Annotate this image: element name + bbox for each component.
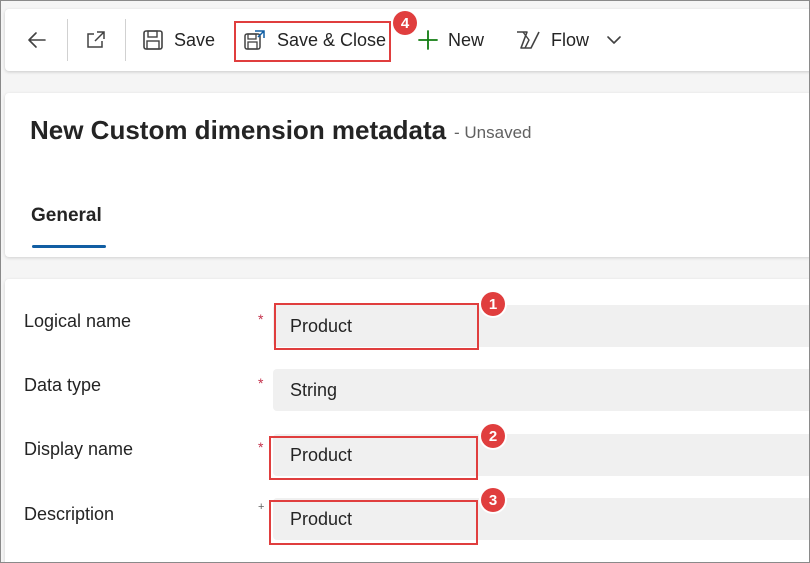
chevron-down-icon — [605, 31, 623, 49]
form-header: New Custom dimension metadata - Unsaved … — [5, 93, 809, 257]
description-label: Description — [24, 504, 115, 524]
required-indicator: * — [258, 439, 264, 455]
page-title: New Custom dimension metadata — [30, 115, 447, 145]
save-icon — [142, 29, 164, 51]
recommended-indicator: + — [258, 501, 265, 513]
save-label: Save — [174, 29, 216, 50]
flow-button[interactable]: Flow — [515, 9, 589, 71]
save-button[interactable]: Save — [142, 9, 215, 71]
toolbar-divider — [125, 19, 126, 61]
display-name-label: Display name — [24, 439, 134, 459]
new-button[interactable]: New — [416, 9, 484, 71]
back-button[interactable] — [25, 9, 49, 71]
display-name-highlight — [269, 436, 478, 480]
required-indicator: * — [258, 311, 264, 327]
data-type-label: Data type — [24, 375, 102, 395]
annotation-badge-4: 4 — [393, 11, 417, 35]
tab-general[interactable]: General — [31, 205, 102, 227]
data-type-input[interactable]: String — [273, 369, 809, 411]
flow-dropdown-button[interactable] — [605, 9, 623, 71]
app-window: Save Save & Close New Flow New Custom di… — [0, 0, 810, 563]
flow-icon — [515, 29, 541, 51]
open-in-new-window-button[interactable] — [84, 9, 108, 71]
open-in-new-window-icon — [84, 28, 108, 52]
save-status: - Unsaved — [454, 123, 532, 142]
new-label: New — [448, 29, 485, 50]
flow-label: Flow — [551, 29, 590, 50]
logical-name-highlight — [274, 303, 479, 350]
annotation-badge-3: 3 — [481, 488, 505, 512]
data-type-value: String — [290, 380, 338, 400]
logical-name-label: Logical name — [24, 311, 132, 331]
plus-icon — [416, 28, 440, 52]
arrow-left-icon — [25, 28, 49, 52]
toolbar-divider — [67, 19, 68, 61]
annotation-badge-2: 2 — [481, 424, 505, 448]
tab-selected-indicator — [32, 245, 106, 248]
description-highlight — [269, 500, 478, 545]
annotation-badge-1: 1 — [481, 292, 505, 316]
required-indicator: * — [258, 375, 264, 391]
save-and-close-highlight — [234, 21, 391, 62]
